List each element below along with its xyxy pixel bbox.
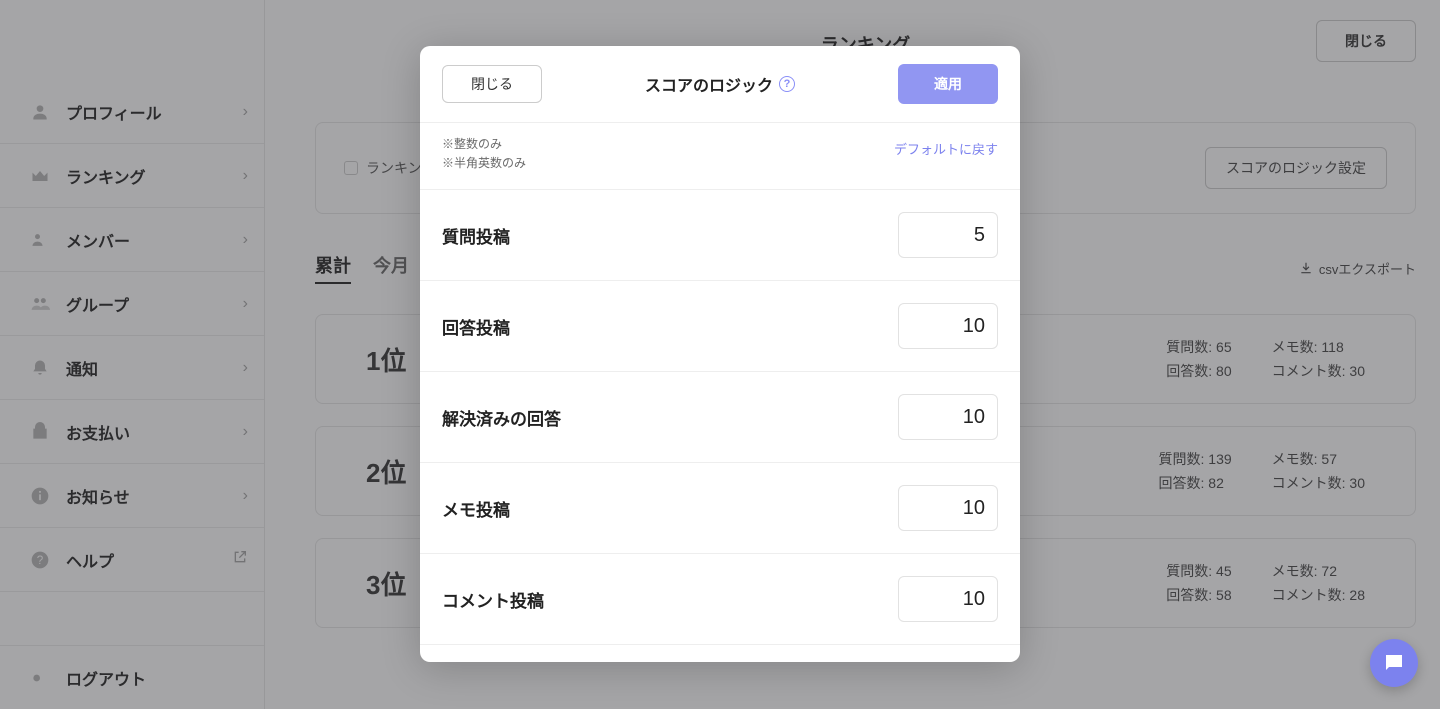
modal-header: 閉じる スコアのロジック ? 適用 — [420, 46, 1020, 123]
modal-body: 質問投稿 回答投稿 解決済みの回答 メモ投稿 コメント投稿 いいね — [420, 190, 1020, 662]
score-row-resolved-answer: 解決済みの回答 — [420, 372, 1020, 463]
score-label: 回答投稿 — [442, 314, 510, 339]
score-row-comment-post: コメント投稿 — [420, 554, 1020, 645]
score-row-question-post: 質問投稿 — [420, 190, 1020, 281]
score-row-memo-post: メモ投稿 — [420, 463, 1020, 554]
score-label: コメント投稿 — [442, 587, 544, 612]
modal-notes: ※整数のみ ※半角英数のみ デフォルトに戻す — [420, 123, 1020, 190]
modal-apply-button[interactable]: 適用 — [898, 64, 998, 104]
reset-to-default-link[interactable]: デフォルトに戻す — [894, 139, 998, 158]
score-row-like: いいね — [420, 645, 1020, 662]
score-label: 質問投稿 — [442, 223, 510, 248]
note-line: ※整数のみ — [442, 135, 526, 154]
chat-icon — [1382, 651, 1406, 675]
score-label: 解決済みの回答 — [442, 405, 561, 430]
help-icon[interactable]: ? — [779, 76, 795, 92]
modal-close-button[interactable]: 閉じる — [442, 65, 542, 103]
score-logic-modal: 閉じる スコアのロジック ? 適用 ※整数のみ ※半角英数のみ デフォルトに戻す… — [420, 46, 1020, 662]
chat-widget-button[interactable] — [1370, 639, 1418, 687]
score-input-memo-post[interactable] — [898, 485, 998, 531]
score-input-resolved-answer[interactable] — [898, 394, 998, 440]
modal-title-wrap: スコアのロジック ? — [645, 72, 795, 96]
score-input-answer-post[interactable] — [898, 303, 998, 349]
score-input-question-post[interactable] — [898, 212, 998, 258]
notes-text: ※整数のみ ※半角英数のみ — [442, 135, 526, 173]
score-row-answer-post: 回答投稿 — [420, 281, 1020, 372]
score-label: メモ投稿 — [442, 496, 510, 521]
modal-title: スコアのロジック — [645, 72, 773, 96]
note-line: ※半角英数のみ — [442, 154, 526, 173]
score-input-comment-post[interactable] — [898, 576, 998, 622]
